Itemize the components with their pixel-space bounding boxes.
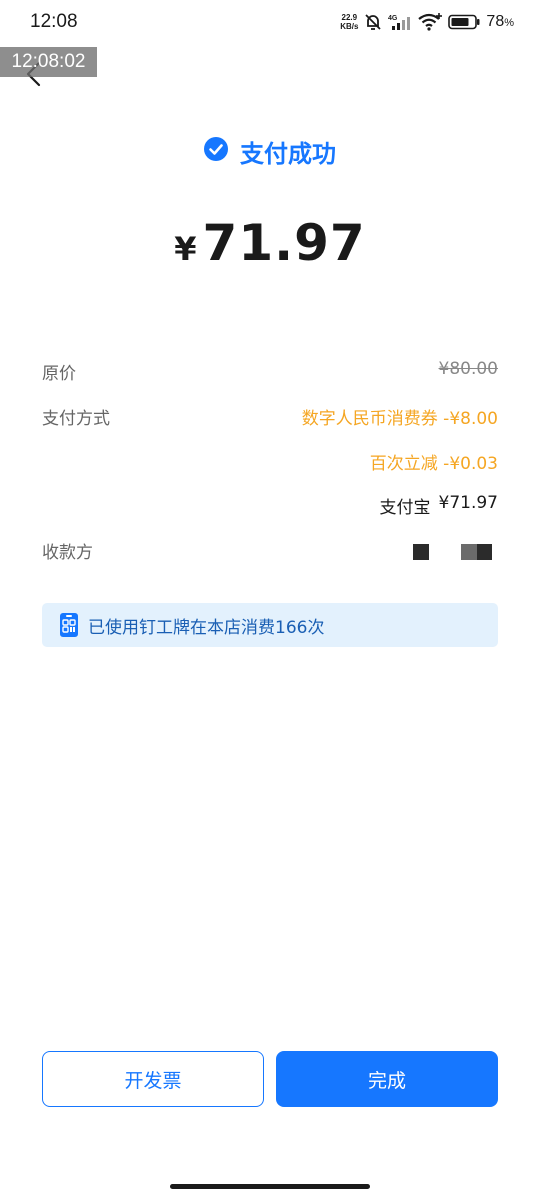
paid-method: 支付宝	[379, 498, 431, 518]
payee-masked-block	[477, 544, 492, 560]
status-time: 12:08	[30, 11, 78, 32]
payment-result-header: 支付成功	[0, 132, 540, 170]
amount-value: 71.97	[202, 214, 366, 272]
instant-discount: 百次立减 -¥0.03	[369, 454, 498, 474]
wifi-icon	[418, 13, 443, 31]
payee-masked-block	[413, 544, 429, 560]
badge-card-icon	[60, 613, 78, 637]
status-icons: 22.9 KB/s 4G 78%	[340, 11, 514, 33]
payment-method-label: 支付方式	[42, 409, 110, 429]
usage-banner: 已使用钉工牌在本店消费166次	[42, 603, 498, 647]
bell-muted-icon	[364, 13, 382, 31]
paid-method-line: 支付宝 ¥71.97	[380, 493, 498, 518]
battery-percentage: 78%	[486, 13, 514, 31]
issue-invoice-button[interactable]: 开发票	[42, 1051, 264, 1107]
original-price-label: 原价	[42, 364, 76, 384]
payee-label: 收款方	[42, 543, 93, 563]
check-circle-icon	[204, 137, 228, 165]
signal-label: 4G	[388, 15, 398, 22]
network-speed-value: 22.9	[341, 13, 358, 22]
paid-method-amount: ¥71.97	[438, 493, 498, 513]
payee-masked-block	[461, 544, 477, 560]
payment-result-page: 12:08 22.9 KB/s 4G 78% 12:08:02 支付成功 ¥ 7…	[0, 0, 540, 1200]
timestamp-overlay: 12:08:02	[0, 47, 97, 77]
status-bar: 12:08 22.9 KB/s 4G 78%	[0, 0, 540, 46]
done-button[interactable]: 完成	[276, 1051, 498, 1107]
network-speed-unit: KB/s	[340, 22, 359, 31]
usage-banner-text: 已使用钉工牌在本店消费166次	[88, 617, 325, 638]
network-speed: 22.9 KB/s	[340, 13, 358, 31]
paid-amount: ¥ 71.97	[0, 214, 540, 284]
battery-level: 78	[486, 13, 505, 30]
original-price-value: ¥80.00	[438, 359, 498, 379]
coupon-discount: 数字人民币消费券 -¥8.00	[301, 409, 498, 429]
battery-unit: %	[504, 17, 514, 29]
payment-success-title: 支付成功	[240, 139, 336, 168]
currency-symbol: ¥	[174, 230, 197, 268]
home-indicator[interactable]	[170, 1184, 370, 1189]
cellular-signal-icon: 4G	[388, 13, 412, 31]
battery-icon	[448, 14, 480, 30]
